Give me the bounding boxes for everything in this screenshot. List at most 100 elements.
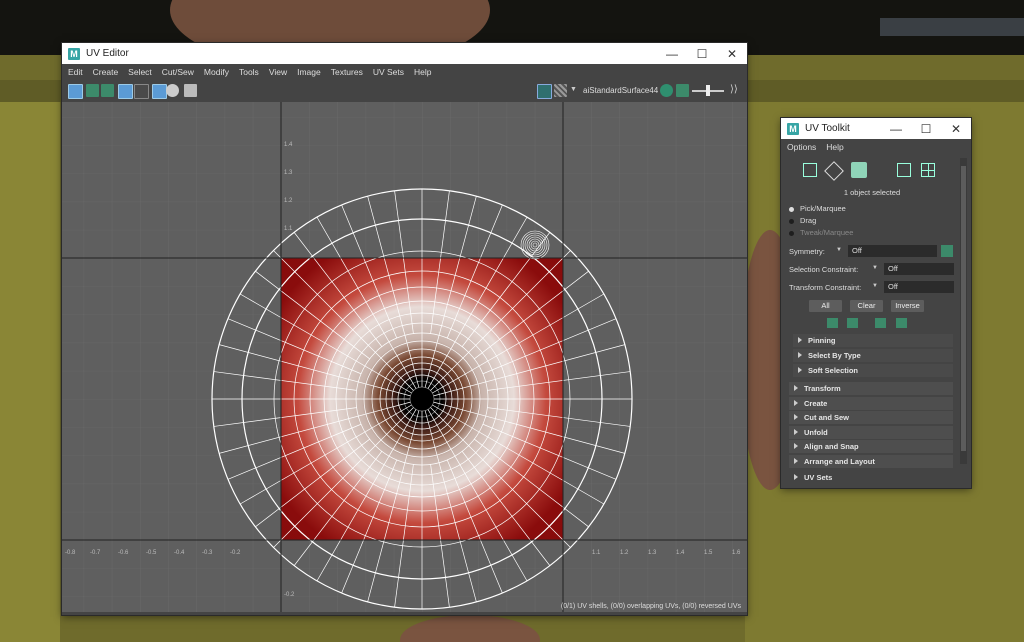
minimize-button[interactable]: —	[881, 118, 911, 139]
y-tick-label: 1.4	[284, 142, 293, 148]
shell-mode-icon[interactable]	[921, 163, 935, 177]
menu-create[interactable]: Create	[93, 67, 119, 77]
window-title: UV Editor	[86, 48, 129, 59]
frame-icon[interactable]	[118, 84, 133, 99]
section-unfold[interactable]: Unfold	[789, 426, 953, 439]
x-tick-label: -0.7	[90, 550, 101, 556]
material-dropdown-arrow-icon[interactable]: ▼	[570, 86, 577, 93]
mode-label: Drag	[800, 216, 817, 225]
selection-constraint-field[interactable]: Off	[884, 263, 954, 275]
x-tick-label: -0.2	[230, 550, 241, 556]
section-transform[interactable]: Transform	[789, 382, 953, 395]
uv-viewport[interactable]: -0.8 -0.7 -0.6 -0.5 -0.4 -0.3 -0.2 1.1 1.2 1.3 1.4…	[62, 102, 747, 612]
minimize-button[interactable]: —	[657, 43, 687, 64]
pupil	[411, 388, 433, 410]
menu-help[interactable]: Help	[826, 142, 843, 152]
toolkit-title: UV Toolkit	[805, 123, 850, 134]
mode-drag[interactable]: Drag	[789, 216, 816, 225]
menu-select[interactable]: Select	[128, 67, 152, 77]
menu-edit[interactable]: Edit	[68, 67, 83, 77]
section-label: Align and Snap	[804, 442, 859, 451]
inverse-button[interactable]: Inverse	[891, 300, 924, 312]
section-pinning[interactable]: Pinning	[793, 334, 953, 347]
maximize-button[interactable]: ☐	[911, 118, 941, 139]
grid-display-icon[interactable]	[68, 84, 83, 99]
symmetry-dropdown-icon[interactable]: ▼	[836, 247, 842, 253]
symmetry-field[interactable]: Off	[848, 245, 937, 257]
shrink-selection-icon[interactable]	[847, 318, 858, 328]
edge-mode-icon[interactable]	[824, 161, 844, 181]
expand-arrow-icon	[794, 400, 798, 406]
close-button[interactable]: ✕	[717, 43, 747, 64]
face-mode-icon[interactable]	[851, 162, 867, 178]
transform-constraint-dropdown-icon[interactable]: ▼	[872, 283, 878, 289]
expand-arrow-icon	[794, 414, 798, 420]
uv-border-icon[interactable]	[134, 84, 149, 99]
menu-image[interactable]: Image	[297, 67, 321, 77]
shell-2-icon[interactable]	[101, 84, 114, 97]
section-align-and-snap[interactable]: Align and Snap	[789, 440, 953, 453]
snapshot-icon[interactable]	[184, 84, 197, 97]
expand-arrow-icon	[798, 337, 802, 343]
menu-modify[interactable]: Modify	[204, 67, 229, 77]
menu-view[interactable]: View	[269, 67, 287, 77]
x-tick-label: -0.6	[118, 550, 129, 556]
section-select-by-type[interactable]: Select By Type	[793, 349, 953, 362]
section-soft-selection[interactable]: Soft Selection	[793, 364, 953, 377]
grow-selection-icon[interactable]	[827, 318, 838, 328]
texture-display-icon[interactable]	[537, 84, 552, 99]
mode-pick-marquee[interactable]: Pick/Marquee	[789, 204, 846, 213]
uv-toolkit-window: M UV Toolkit — ☐ ✕ Options Help 1 object…	[781, 118, 971, 488]
clear-button[interactable]: Clear	[850, 300, 883, 312]
close-button[interactable]: ✕	[941, 118, 971, 139]
toolkit-scrollbar[interactable]	[960, 158, 967, 464]
maya-logo-icon: M	[68, 47, 80, 60]
checker-icon[interactable]	[152, 84, 167, 99]
x-tick-label: -0.4	[174, 550, 185, 556]
selection-constraint-dropdown-icon[interactable]: ▼	[872, 265, 878, 271]
section-cut-and-sew[interactable]: Cut and Sew	[789, 411, 953, 424]
vertex-mode-icon[interactable]	[803, 163, 817, 177]
menu-cut-sew[interactable]: Cut/Sew	[162, 67, 194, 77]
refresh-icon[interactable]	[660, 84, 673, 97]
uv-mode-icon[interactable]	[897, 163, 911, 177]
maximize-button[interactable]: ☐	[687, 43, 717, 64]
isolate-icon[interactable]	[166, 84, 179, 97]
expand-arrow-icon	[798, 367, 802, 373]
uv-canvas[interactable]: -0.8 -0.7 -0.6 -0.5 -0.4 -0.3 -0.2 1.1 1.2 1.3 1.4…	[62, 102, 747, 612]
section-label: Pinning	[808, 336, 836, 345]
select-shell-icon[interactable]	[896, 318, 907, 328]
section-label: Unfold	[804, 428, 828, 437]
exposure-slider-handle[interactable]	[706, 85, 710, 96]
menu-uv-sets[interactable]: UV Sets	[373, 67, 404, 77]
section-uv-sets[interactable]: UV Sets	[789, 471, 953, 484]
checker-pattern-icon[interactable]	[554, 84, 567, 97]
section-create[interactable]: Create	[789, 397, 953, 410]
uv-editor-menubar: Edit Create Select Cut/Sew Modify Tools …	[62, 64, 747, 80]
section-arrange-and-layout[interactable]: Arrange and Layout	[789, 455, 953, 468]
section-label: Transform	[804, 384, 841, 393]
menu-options[interactable]: Options	[787, 142, 816, 152]
mode-tweak-marquee[interactable]: Tweak/Marquee	[789, 228, 853, 237]
select-border-icon[interactable]	[875, 318, 886, 328]
symmetry-icon[interactable]	[941, 245, 953, 257]
select-all-button[interactable]: All	[809, 300, 842, 312]
uv-editor-titlebar[interactable]: M UV Editor — ☐ ✕	[62, 43, 747, 64]
transform-constraint-label: Transform Constraint:	[789, 283, 862, 292]
menu-textures[interactable]: Textures	[331, 67, 363, 77]
radio-icon	[789, 206, 794, 212]
menu-help[interactable]: Help	[414, 67, 431, 77]
section-label: Select By Type	[808, 351, 861, 360]
transform-constraint-field[interactable]: Off	[884, 281, 954, 293]
toolkit-menubar: Options Help	[781, 139, 971, 155]
material-name[interactable]: aiStandardSurface44	[583, 86, 658, 95]
y-tick-label: 1.3	[284, 170, 293, 176]
shell-icon[interactable]	[86, 84, 99, 97]
play-icon[interactable]: ⟩⟩	[730, 84, 738, 95]
menu-tools[interactable]: Tools	[239, 67, 259, 77]
radio-icon	[789, 218, 794, 224]
x-tick-label: 1.5	[704, 550, 713, 556]
uv-toolkit-titlebar[interactable]: M UV Toolkit — ☐ ✕	[781, 118, 971, 139]
scrollbar-thumb[interactable]	[961, 166, 966, 451]
image-icon[interactable]	[676, 84, 689, 97]
